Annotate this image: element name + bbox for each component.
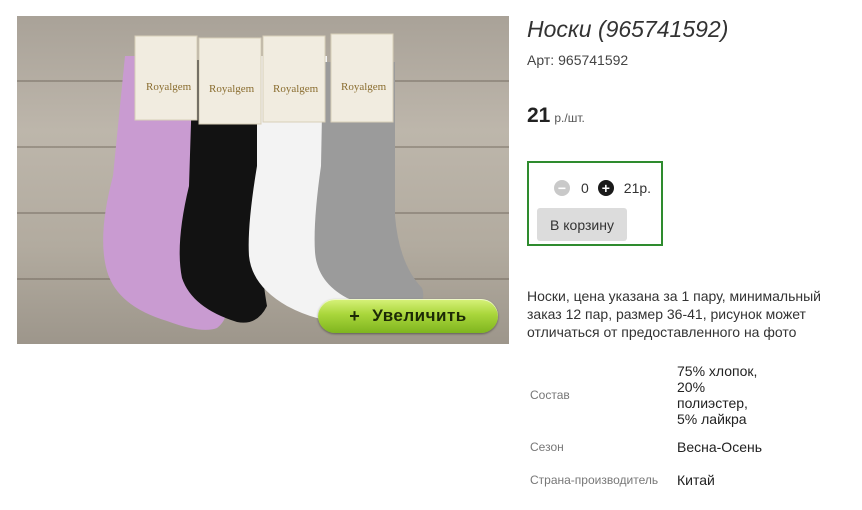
decrease-quantity-button[interactable]: − <box>554 180 570 196</box>
sku-label: Арт: <box>527 52 555 68</box>
brand-logo-text-3: Royalgem <box>273 83 319 95</box>
zoom-button-label: Увеличить <box>372 306 467 325</box>
property-row: Страна-производитель Китай <box>527 466 767 494</box>
property-row: Состав 75% хлопок, 20% полиэстер, 5% лай… <box>527 362 767 428</box>
property-label: Страна-производитель <box>530 473 659 487</box>
add-to-cart-box: − 0 + 21р. В корзину <box>527 161 663 246</box>
socks-illustration: Royalgem Royalgem Royalgem Royalgem <box>103 33 424 330</box>
product-properties: Состав 75% хлопок, 20% полиэстер, 5% лай… <box>527 362 767 494</box>
property-label: Состав <box>530 388 570 402</box>
property-value: Весна-Осень <box>677 439 763 455</box>
plus-icon: + <box>349 305 361 326</box>
increase-quantity-button[interactable]: + <box>597 180 614 196</box>
zoom-button[interactable]: + Увеличить <box>318 299 498 333</box>
label-1: Royalgem <box>134 35 198 121</box>
property-value: 75% хлопок, 20% полиэстер, 5% лайкра <box>677 363 758 427</box>
label-3: Royalgem <box>262 35 326 123</box>
add-to-cart-button[interactable]: В корзину <box>537 208 627 241</box>
product-sku: Арт: 965741592 <box>527 52 628 68</box>
brand-logo-text-4: Royalgem <box>341 81 387 93</box>
label-4: Royalgem <box>330 33 394 123</box>
cart-sum: 21р. <box>623 180 652 196</box>
brand-logo-text-2: Royalgem <box>209 83 255 95</box>
quantity-stepper: − 0 + 21р. <box>554 180 651 196</box>
quantity-value: 0 <box>581 180 589 196</box>
brand-logo-text-1: Royalgem <box>146 81 192 93</box>
price-amount: 21 <box>527 104 551 127</box>
property-row: Сезон Весна-Осень <box>527 428 767 466</box>
property-label: Сезон <box>530 440 564 454</box>
property-value: Китай <box>677 472 715 488</box>
price-unit: р./шт. <box>554 111 585 125</box>
sku-value: 965741592 <box>558 52 629 68</box>
product-description: Носки, цена указана за 1 пару, минимальн… <box>527 288 821 340</box>
product-image[interactable]: Royalgem Royalgem Royalgem Royalgem + Ув… <box>17 16 509 344</box>
label-2: Royalgem <box>198 37 262 125</box>
product-title: Носки (965741592) <box>527 16 729 42</box>
product-price: 21 р./шт. <box>527 104 585 128</box>
